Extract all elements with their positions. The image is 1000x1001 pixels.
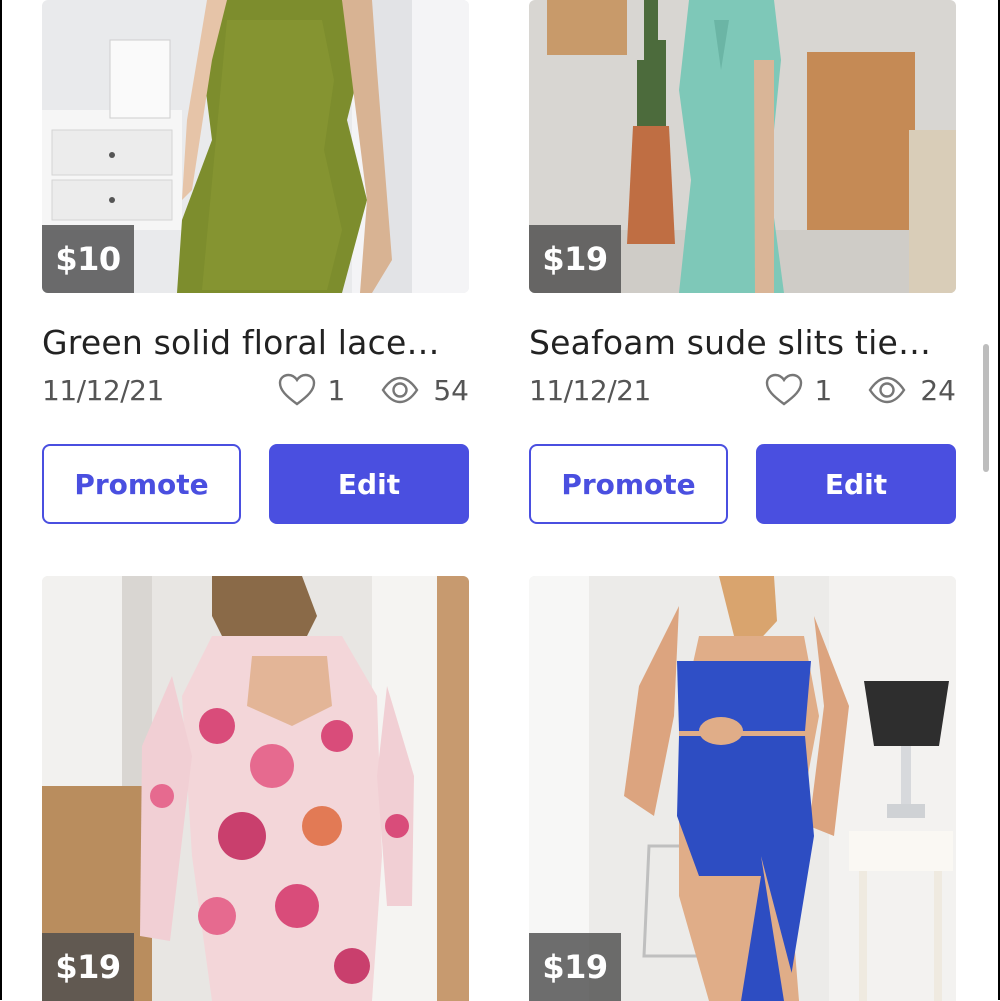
views-stat: 54	[345, 374, 469, 407]
views-stat: 24	[832, 374, 956, 407]
listing-card[interactable]: $19	[42, 576, 469, 1001]
promote-button[interactable]: Promote	[529, 444, 728, 524]
heart-icon[interactable]	[278, 373, 316, 407]
edit-button[interactable]: Edit	[269, 444, 469, 524]
listing-photo-floral-dress[interactable]: $19	[42, 576, 469, 1001]
listing-photo-blue-dress[interactable]: $19	[529, 576, 956, 1001]
scrollbar-thumb[interactable]	[983, 344, 989, 472]
price-tag: $19	[529, 225, 621, 293]
listing-date: 11/12/21	[42, 373, 164, 407]
listing-card[interactable]: $19 Seafoam sude slits tie… 11/12/21 1 2…	[529, 0, 956, 524]
price-tag: $19	[42, 933, 134, 1001]
edit-button[interactable]: Edit	[756, 444, 956, 524]
price-tag: $19	[529, 933, 621, 1001]
listing-photo-seafoam-dress[interactable]: $19	[529, 0, 956, 293]
price-tag: $10	[42, 225, 134, 293]
listing-meta: 11/12/21 1 24	[529, 370, 956, 410]
views-count: 24	[920, 373, 956, 407]
listing-card[interactable]: $19	[529, 576, 956, 1001]
heart-icon[interactable]	[765, 373, 803, 407]
likes-count: 1	[814, 373, 833, 407]
likes-count: 1	[327, 373, 346, 407]
listing-date: 11/12/21	[529, 373, 651, 407]
listing-title[interactable]: Seafoam sude slits tie…	[529, 323, 944, 362]
likes-stat: 1	[765, 373, 833, 407]
likes-stat: 1	[278, 373, 346, 407]
listing-meta: 11/12/21 1 54	[42, 370, 469, 410]
listing-actions: Promote Edit	[42, 444, 469, 524]
listing-photo-green-dress[interactable]: $10	[42, 0, 469, 293]
views-count: 54	[433, 373, 469, 407]
listing-actions: Promote Edit	[529, 444, 956, 524]
promote-button[interactable]: Promote	[42, 444, 241, 524]
eye-icon	[381, 376, 419, 404]
screen-edge-left	[0, 0, 2, 1000]
eye-icon	[868, 376, 906, 404]
listing-title[interactable]: Green solid floral lace…	[42, 323, 457, 362]
listing-card[interactable]: $10 Green solid floral lace… 11/12/21 1 …	[42, 0, 469, 524]
